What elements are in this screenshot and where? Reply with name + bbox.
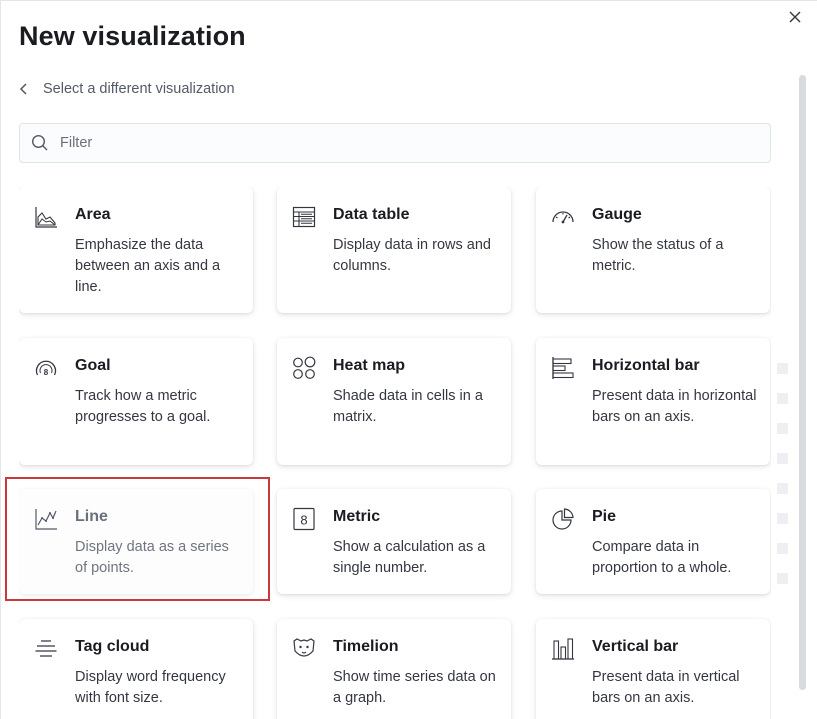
area-chart-icon [33,204,59,230]
chevron-left-icon [19,80,37,98]
tag-cloud-icon [33,636,59,662]
visualization-grid: Area Emphasize the data between an axis … [19,187,771,719]
card-title: Pie [592,508,617,525]
card-title: Tag cloud [75,638,150,655]
visualization-card-gauge[interactable]: Gauge Show the status of a metric. [536,187,770,313]
visualization-card-area[interactable]: Area Emphasize the data between an axis … [19,187,253,313]
visualization-card-tag-cloud[interactable]: Tag cloud Display word frequency with fo… [19,619,253,719]
visualization-card-metric[interactable]: 8 Metric Show a calculation as a single … [277,489,511,594]
goal-icon: 8 [33,355,59,381]
visualization-card-line[interactable]: Line Display data as a series of points. [19,489,253,594]
card-description: Present data in horizontal bars on an ax… [592,388,757,425]
filter-input[interactable] [60,124,750,162]
visualization-card-goal[interactable]: 8 Goal Track how a metric progresses to … [19,338,253,465]
modal-title: New visualization [19,21,246,51]
card-description: Compare data in proportion to a whole. [592,539,732,576]
card-description: Show a calculation as a single number. [333,539,486,576]
card-title: Horizontal bar [592,357,700,374]
visualization-card-data-table[interactable]: Data table Display data in rows and colu… [277,187,511,313]
card-title: Line [75,508,108,525]
metric-icon-digit: 8 [300,513,307,528]
card-description: Show time series data on a graph. [333,669,496,706]
card-description: Display data in rows and columns. [333,237,491,274]
visualization-card-horizontal-bar[interactable]: Horizontal bar Present data in horizonta… [536,338,770,465]
horizontal-bar-icon [550,355,576,381]
select-different-visualization-link[interactable]: Select a different visualization [19,79,235,99]
pie-chart-icon [550,506,576,532]
close-button[interactable] [783,5,807,29]
card-title: Data table [333,206,410,223]
table-icon [291,204,317,230]
timelion-icon [291,636,317,662]
card-title: Vertical bar [592,638,679,655]
card-title: Metric [333,508,381,525]
visualization-card-heat-map[interactable]: Heat map Shade data in cells in a matrix… [277,338,511,465]
card-description: Emphasize the data between an axis and a… [75,237,221,295]
card-description: Display word frequency with font size. [75,669,226,706]
search-icon [20,123,60,163]
back-link-label: Select a different visualization [43,81,235,97]
background-pattern [777,363,791,603]
card-title: Area [75,206,111,223]
visualization-card-pie[interactable]: Pie Compare data in proportion to a whol… [536,489,770,594]
card-title: Heat map [333,357,406,374]
vertical-bar-icon [550,636,576,662]
visualization-card-timelion[interactable]: Timelion Show time series data on a grap… [277,619,511,719]
card-title: Gauge [592,206,642,223]
card-description: Show the status of a metric. [592,237,724,274]
svg-text:8: 8 [44,368,49,377]
card-description: Shade data in cells in a matrix. [333,388,483,425]
card-title: Goal [75,357,111,374]
new-visualization-modal: New visualization Select a different vis… [0,0,817,719]
heatmap-icon [291,355,317,381]
visualization-card-vertical-bar[interactable]: Vertical bar Present data in vertical ba… [536,619,770,719]
card-description: Present data in vertical bars on an axis… [592,669,740,706]
card-description: Display data as a series of points. [75,539,229,576]
scrollbar[interactable] [799,75,806,690]
close-icon [789,11,801,23]
gauge-icon [550,204,576,230]
card-title: Timelion [333,638,399,655]
card-description: Track how a metric progresses to a goal. [75,388,211,425]
line-chart-icon [33,506,59,532]
metric-icon: 8 [291,506,317,532]
filter-field[interactable] [19,123,771,163]
